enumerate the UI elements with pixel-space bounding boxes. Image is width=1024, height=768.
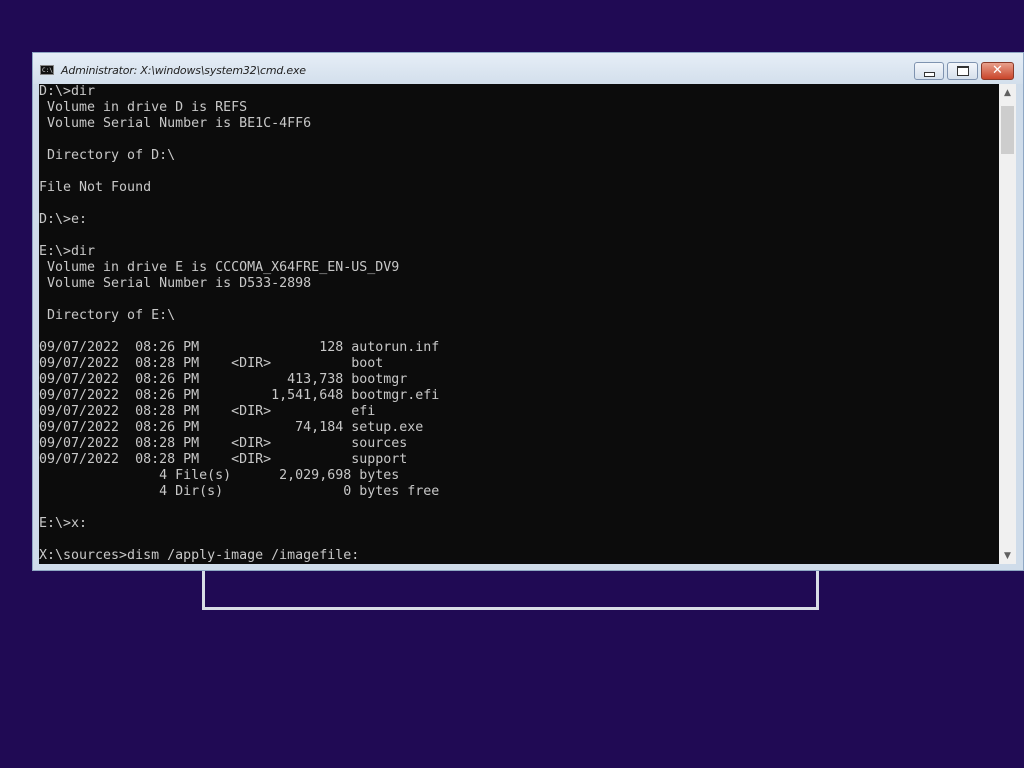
scroll-down-button[interactable]: ▼ — [999, 547, 1016, 564]
vertical-scrollbar[interactable]: ▲ ▼ — [999, 84, 1016, 564]
console-line: 09/07/2022 08:28 PM <DIR> efi — [39, 404, 376, 419]
chevron-down-icon: ▼ — [1004, 550, 1011, 561]
console-line: 09/07/2022 08:28 PM <DIR> support — [39, 452, 408, 467]
console-line: Volume Serial Number is D533-2898 — [39, 276, 312, 291]
console-line: 09/07/2022 08:26 PM 413,738 bootmgr — [39, 372, 408, 387]
console-line: E:\>dir — [39, 244, 96, 259]
console-line: Volume in drive D is REFS — [39, 100, 248, 115]
console-line: D:\>e: — [39, 212, 88, 227]
console-line: Volume in drive E is CCCOMA_X64FRE_EN-US… — [39, 260, 400, 275]
console-line: File Not Found — [39, 180, 152, 195]
console-line: 09/07/2022 08:28 PM <DIR> sources — [39, 436, 408, 451]
maximize-button[interactable] — [947, 62, 978, 80]
window-bottom-border — [39, 564, 1016, 570]
console-line: Directory of E:\ — [39, 308, 176, 323]
cmd-icon[interactable]: C:\ — [40, 65, 54, 75]
chevron-up-icon: ▲ — [1004, 87, 1011, 98]
window-title: Administrator: X:\windows\system32\cmd.e… — [61, 64, 306, 77]
console-line: 4 Dir(s) 0 bytes free — [39, 484, 440, 499]
console-line: 09/07/2022 08:26 PM 128 autorun.inf — [39, 340, 440, 355]
console-line: 09/07/2022 08:26 PM 74,184 setup.exe — [39, 420, 424, 435]
cmd-window[interactable]: C:\ Administrator: X:\windows\system32\c… — [32, 52, 1024, 571]
close-icon: ✕ — [992, 63, 1003, 78]
console-line: X:\sources>dism /apply-image /imagefile: — [39, 548, 360, 563]
title-bar[interactable]: C:\ Administrator: X:\windows\system32\c… — [33, 53, 1023, 84]
scrollbar-thumb[interactable] — [1001, 106, 1014, 154]
console-output[interactable]: D:\>dir Volume in drive D is REFS Volume… — [39, 84, 999, 564]
minimize-button[interactable] — [914, 62, 944, 80]
console-line: 4 File(s) 2,029,698 bytes — [39, 468, 400, 483]
minimize-icon — [923, 71, 935, 77]
maximize-icon — [956, 66, 969, 76]
console-line: Directory of D:\ — [39, 148, 176, 163]
console-line: 09/07/2022 08:28 PM <DIR> boot — [39, 356, 384, 371]
console-line: E:\>x: — [39, 516, 88, 531]
console-line: 09/07/2022 08:26 PM 1,541,648 bootmgr.ef… — [39, 388, 440, 403]
console-line: Volume Serial Number is BE1C-4FF6 — [39, 116, 312, 131]
cmd-icon-text: C:\ — [42, 67, 53, 74]
scroll-up-button[interactable]: ▲ — [999, 84, 1016, 101]
close-button[interactable]: ✕ — [981, 62, 1014, 80]
console-line: D:\>dir — [39, 84, 96, 99]
